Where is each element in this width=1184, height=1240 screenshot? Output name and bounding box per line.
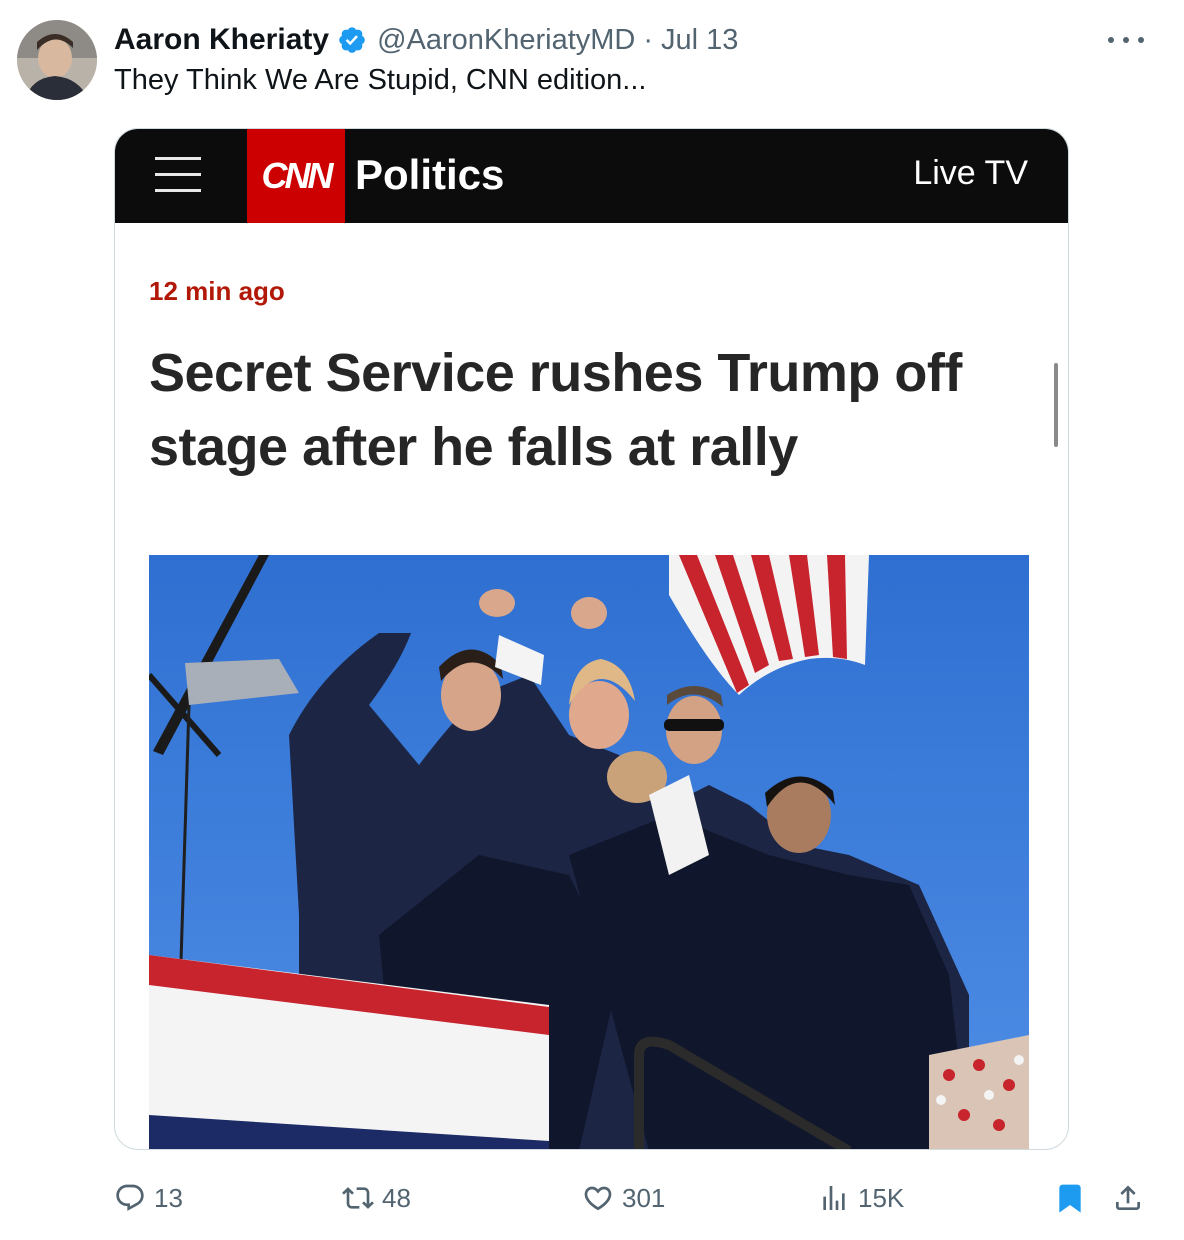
live-tv-label: Live TV [913,154,1028,192]
hamburger-menu-icon [155,157,201,193]
cnn-logo: CNN [247,129,345,223]
views-button[interactable]: 15K [818,1176,904,1220]
author-handle[interactable]: @AaronKheriatyMD [377,24,635,57]
article-timestamp: 12 min ago [149,276,285,306]
more-options-icon[interactable] [1108,26,1144,54]
verified-badge-icon [339,27,365,53]
author-avatar[interactable] [17,20,97,100]
separator: · [643,23,654,56]
tweet-media-image[interactable]: CNN Politics Live TV 12 min ago Secret S… [114,128,1069,1150]
cnn-nav-bar: CNN Politics Live TV [115,129,1068,223]
tweet: Aaron Kheriaty @AaronKheriatyMD · Jul 13… [0,0,1184,1240]
like-icon [584,1186,612,1211]
retweet-button[interactable]: 48 [342,1176,411,1220]
view-count: 15K [858,1182,905,1213]
tweet-actions: 13 48 301 15K [0,1176,1184,1220]
retweet-icon [342,1187,374,1209]
reply-icon [116,1184,144,1211]
reply-button[interactable]: 13 [114,1176,183,1220]
tweet-date[interactable]: Jul 13 [661,24,738,57]
section-title: Politics [355,151,505,198]
like-button[interactable]: 301 [582,1176,665,1220]
tweet-text: They Think We Are Stupid, CNN edition... [114,64,647,96]
news-photo [149,555,1029,1149]
share-icon [1116,1185,1140,1210]
article-headline: Secret Service rushes Trump off stage af… [149,343,962,477]
views-icon [823,1186,845,1210]
bookmark-button[interactable] [1054,1176,1086,1220]
scrollbar [1054,363,1058,447]
bookmark-icon [1059,1184,1081,1213]
retweet-count: 48 [382,1182,411,1213]
share-button[interactable] [1112,1176,1144,1220]
reply-count: 13 [154,1182,183,1213]
tweet-header: Aaron Kheriaty @AaronKheriatyMD · Jul 13 [114,20,738,60]
author-name[interactable]: Aaron Kheriaty [114,23,329,57]
like-count: 301 [622,1182,666,1213]
